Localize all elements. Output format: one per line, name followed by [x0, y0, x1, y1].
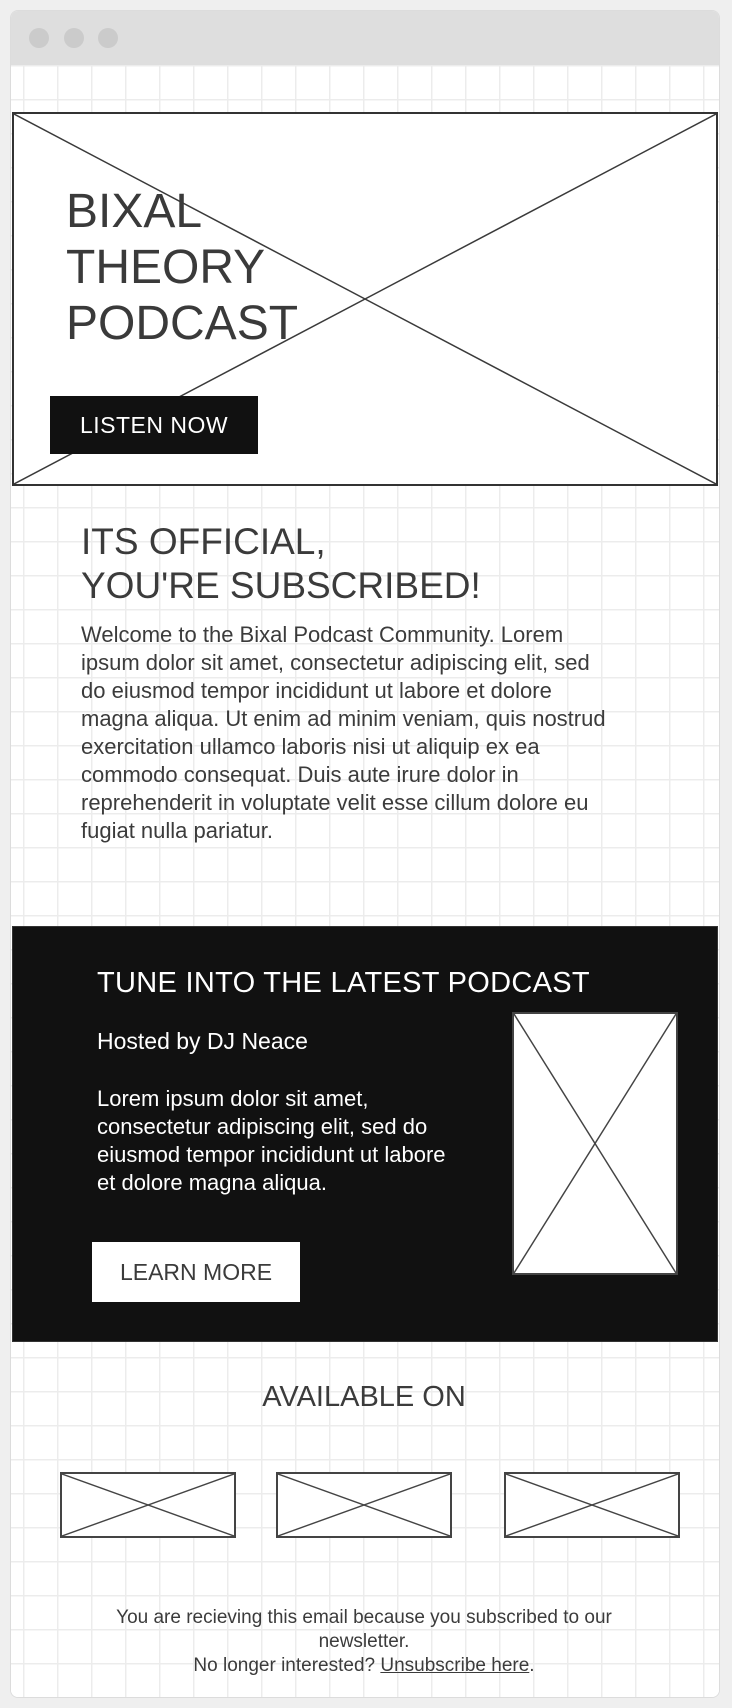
window-maximize-dot[interactable] [98, 28, 118, 48]
platform-logo-3[interactable] [504, 1472, 680, 1538]
browser-window: BIXAL THEORY PODCAST LISTEN NOW ITS OFFI… [10, 10, 720, 1698]
subscribed-body: Welcome to the Bixal Podcast Community. … [81, 622, 606, 843]
hero-banner: BIXAL THEORY PODCAST LISTEN NOW [12, 112, 718, 486]
image-placeholder-icon [278, 1474, 450, 1536]
email-canvas: BIXAL THEORY PODCAST LISTEN NOW ITS OFFI… [11, 65, 719, 1697]
latest-podcast-section: TUNE INTO THE LATEST PODCAST Hosted by D… [12, 926, 718, 1342]
latest-podcast-body: Lorem ipsum dolor sit amet, consectetur … [97, 1086, 446, 1195]
platform-logo-1[interactable] [60, 1472, 236, 1538]
window-close-dot[interactable] [29, 28, 49, 48]
image-placeholder-icon [62, 1474, 234, 1536]
window-minimize-dot[interactable] [64, 28, 84, 48]
podcast-image-placeholder [512, 1012, 678, 1275]
subscribed-heading: ITS OFFICIAL, YOU'RE SUBSCRIBED! [81, 520, 481, 608]
hero-title-line: PODCAST [66, 297, 299, 350]
podcast-host: Hosted by DJ Neace [97, 1028, 308, 1054]
platform-logo-2[interactable] [276, 1472, 452, 1538]
image-placeholder-icon [506, 1474, 678, 1536]
available-on-heading: AVAILABLE ON [262, 1381, 466, 1413]
learn-more-button[interactable]: LEARN MORE [92, 1242, 300, 1302]
subscribed-heading-line: YOU'RE SUBSCRIBED! [81, 565, 481, 606]
listen-now-button[interactable]: LISTEN NOW [50, 396, 258, 454]
hero-title: BIXAL THEORY PODCAST [66, 184, 298, 352]
subscribed-heading-line: ITS OFFICIAL, [81, 521, 326, 562]
hero-title-line: BIXAL [66, 185, 203, 238]
email-footer: You are recieving this email because you… [81, 1606, 647, 1678]
window-titlebar [11, 11, 719, 65]
image-placeholder-icon [514, 1014, 676, 1273]
footer-unsubscribe-line: No longer interested? Unsubscribe here. [81, 1654, 647, 1678]
latest-podcast-title: TUNE INTO THE LATEST PODCAST [97, 967, 590, 999]
footer-period: . [529, 1655, 535, 1676]
footer-unsubscribe-prefix: No longer interested? [193, 1655, 381, 1676]
unsubscribe-link[interactable]: Unsubscribe here [380, 1655, 529, 1676]
footer-notice: You are recieving this email because you… [116, 1607, 612, 1652]
hero-title-line: THEORY [66, 241, 266, 294]
